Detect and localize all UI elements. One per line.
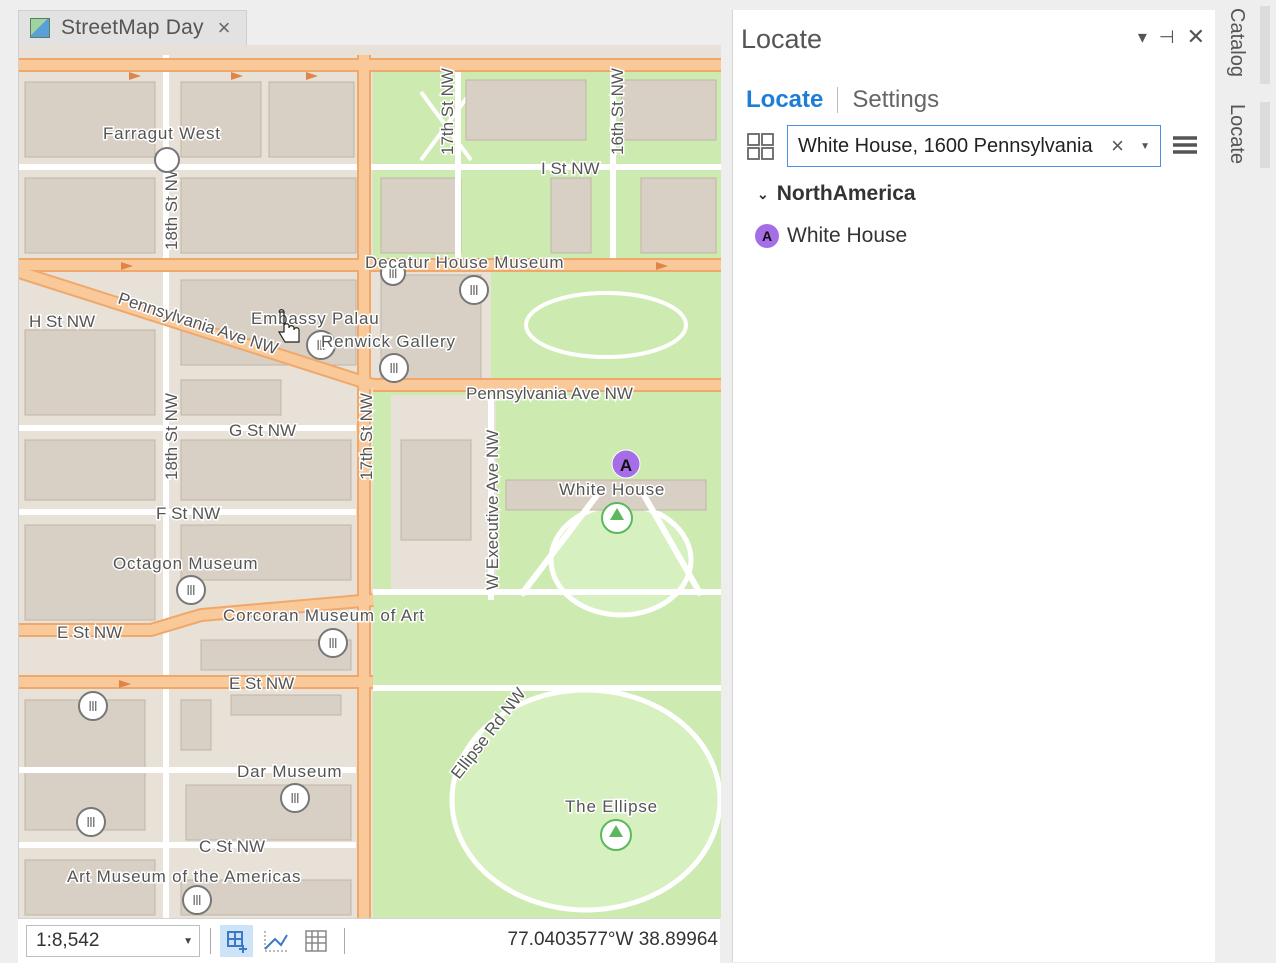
result-item[interactable]: A White House — [755, 224, 907, 248]
svg-text:Ⅲ: Ⅲ — [328, 635, 338, 651]
svg-text:Ⅲ: Ⅲ — [389, 360, 399, 376]
result-marker[interactable]: A — [611, 449, 641, 479]
tab-indicator — [1260, 102, 1270, 168]
grid-icon — [747, 133, 774, 160]
pane-title: Locate — [741, 24, 823, 54]
poi-label: Renwick Gallery — [321, 332, 456, 351]
dropdown-arrow-icon: ▼ — [183, 936, 193, 947]
map-icon — [30, 18, 50, 38]
street-label: F St NW — [156, 504, 220, 523]
poi-label: Corcoran Museum of Art — [223, 606, 425, 625]
poi-label: Octagon Museum — [113, 554, 258, 573]
street-label: I St NW — [541, 159, 600, 178]
street-label: E St NW — [229, 674, 294, 693]
scale-value: 1:8,542 — [36, 930, 100, 951]
tab-settings[interactable]: Settings — [852, 86, 939, 114]
street-label: 17th St NW — [357, 393, 376, 480]
options-menu-button[interactable] — [1171, 132, 1199, 160]
locator-grid-button[interactable] — [747, 133, 775, 161]
poi-label: The Ellipse — [565, 797, 658, 816]
pane-options-icon[interactable]: ▾ — [1138, 27, 1147, 48]
group-label: NorthAmerica — [776, 182, 916, 205]
grid-button[interactable] — [299, 925, 332, 957]
hamburger-icon — [1173, 136, 1197, 154]
divider — [837, 87, 839, 113]
tab-locate[interactable]: Locate — [746, 86, 823, 114]
locate-pane: Locate ▾ ⊣ ✕ Locate Settings White House… — [732, 10, 1215, 962]
close-icon[interactable]: × — [218, 15, 231, 41]
dropdown-arrow-icon[interactable]: ▼ — [1140, 141, 1150, 152]
street-label: 16th St NW — [608, 68, 627, 155]
tab-locate-side[interactable]: Locate — [1225, 104, 1248, 164]
result-group-header[interactable]: ⌄ NorthAmerica — [757, 182, 916, 206]
search-value: White House, 1600 Pennsylvania — [798, 135, 1093, 157]
street-label: W Executive Ave NW — [483, 430, 502, 590]
street-label: Pennsylvania Ave NW — [466, 384, 633, 403]
result-marker-icon: A — [755, 224, 779, 248]
street-label: 18th St NW — [162, 163, 181, 250]
street-label: 18th St NW — [162, 393, 181, 480]
cursor-coordinates: 77.0403577°W 38.89964 — [507, 929, 718, 950]
street-label: G St NW — [229, 421, 296, 440]
poi-label: Embassy Palau — [251, 309, 380, 328]
svg-text:Ⅲ: Ⅲ — [186, 582, 196, 598]
svg-text:Ⅲ: Ⅲ — [192, 892, 202, 908]
pane-tabs: Locate Settings — [746, 86, 939, 114]
constraint-icon — [263, 931, 288, 952]
divider — [344, 928, 345, 954]
snapping-button[interactable] — [220, 925, 253, 957]
poi-label: Art Museum of the Americas — [67, 867, 301, 886]
poi-label: Farragut West — [103, 124, 221, 143]
svg-text:Ⅲ: Ⅲ — [469, 282, 479, 298]
close-icon[interactable]: ✕ — [1187, 24, 1205, 50]
map-canvas[interactable]: I St NW H St NW G St NW F St NW E St NW … — [18, 45, 721, 918]
map-status-bar: 1:8,542 ▼ 77.0403577°W 38.89964 — [18, 918, 720, 963]
street-label: E St NW — [57, 623, 122, 642]
tab-catalog[interactable]: Catalog — [1225, 8, 1248, 77]
chevron-down-icon: ⌄ — [757, 185, 769, 202]
grid-snap-button[interactable] — [259, 925, 292, 957]
result-label: White House — [787, 224, 908, 247]
scale-dropdown[interactable]: 1:8,542 ▼ — [26, 925, 200, 957]
clear-icon[interactable]: × — [1111, 133, 1124, 159]
svg-text:Ⅲ: Ⅲ — [86, 814, 96, 830]
pane-controls: ▾ ⊣ ✕ — [1138, 24, 1205, 50]
tab-indicator — [1260, 6, 1270, 84]
map-tab-title: StreetMap Day — [61, 16, 204, 39]
svg-text:Ⅲ: Ⅲ — [290, 790, 300, 806]
street-label: C St NW — [199, 837, 265, 856]
poi-label: Decatur House Museum — [365, 253, 564, 272]
side-tab-strip: Catalog Locate — [1215, 0, 1276, 962]
street-label: H St NW — [29, 312, 95, 331]
grid-icon — [304, 930, 327, 952]
divider — [210, 928, 211, 954]
svg-text:Ⅲ: Ⅲ — [88, 698, 98, 714]
result-marker-label: A — [620, 456, 632, 475]
poi-label: White House — [559, 480, 665, 499]
snapping-icon — [226, 931, 247, 953]
street-label: 17th St NW — [438, 68, 457, 155]
pin-icon[interactable]: ⊣ — [1159, 27, 1175, 48]
poi-label: Dar Museum — [237, 762, 342, 781]
map-view-tab[interactable]: StreetMap Day × — [18, 10, 247, 45]
locate-search-input[interactable]: White House, 1600 Pennsylvania × ▼ — [787, 125, 1161, 167]
